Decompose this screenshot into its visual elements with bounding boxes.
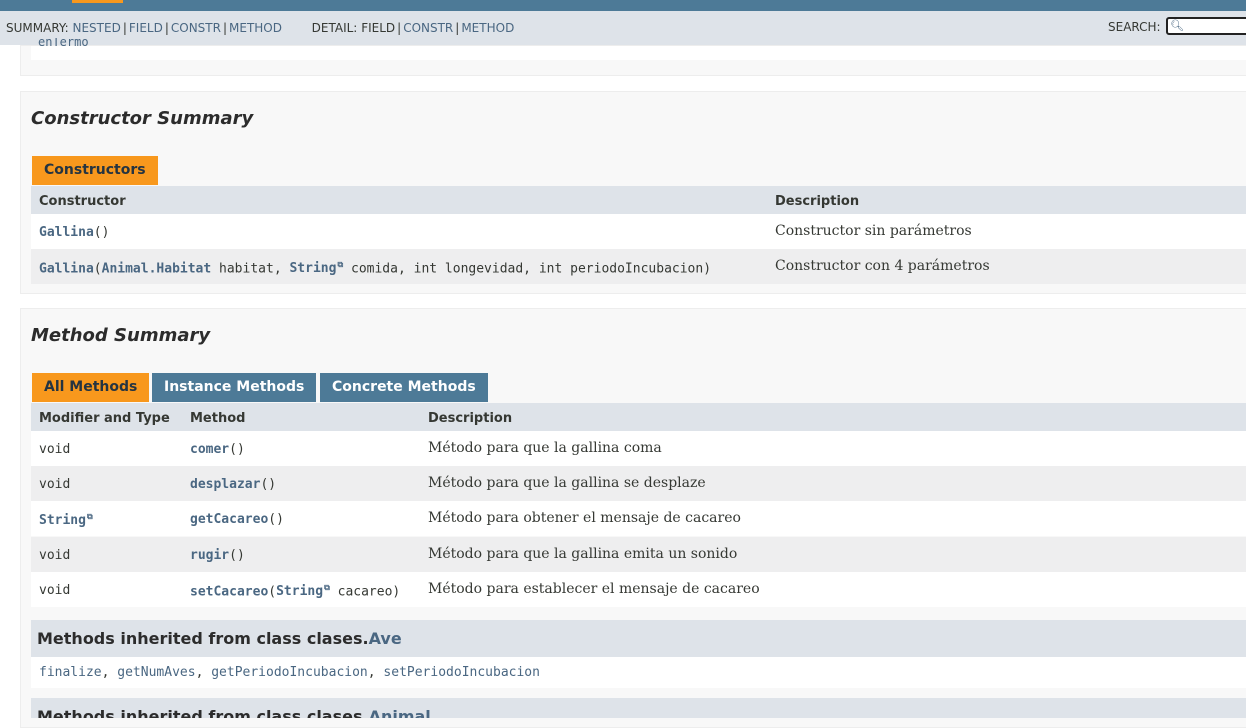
- tab-instance-methods[interactable]: Instance Methods: [152, 373, 317, 402]
- paren: (: [268, 584, 277, 600]
- method-link-comer[interactable]: comer: [190, 442, 229, 457]
- detail-constr-link[interactable]: CONSTR: [403, 21, 453, 35]
- method-link-rugir[interactable]: rugir: [190, 548, 229, 563]
- paren: (: [93, 225, 102, 240]
- param-text: cacareo): [329, 584, 401, 600]
- search-input[interactable]: 🔍︎: [1166, 17, 1246, 35]
- inherited-prefix: Methods inherited from class clases.: [37, 707, 369, 718]
- separator: |: [164, 21, 169, 35]
- constructor-description: Constructor con 4 parámetros: [775, 258, 990, 274]
- param-text: comida, int longevidad, int periodoIncub…: [343, 261, 712, 277]
- method-summary-title: Method Summary: [31, 325, 211, 346]
- constructor-signature: Gallina(Animal.Habitat habitat, String c…: [39, 260, 711, 276]
- method-description: Método para obtener el mensaje de cacare…: [428, 510, 741, 526]
- inherited-ave-header: Methods inherited from class clases.Ave: [31, 620, 1246, 657]
- table-row: void rugir() Método para que la gallina …: [31, 537, 1246, 572]
- column-header-description: Description: [775, 194, 860, 209]
- detail-method-link[interactable]: METHOD: [461, 21, 514, 35]
- method-return-type: void: [39, 548, 71, 563]
- separator: |: [222, 21, 228, 35]
- method-return-type: void: [39, 583, 71, 598]
- inherited-method-link[interactable]: getPeriodoIncubacion: [211, 665, 368, 680]
- param-text: habitat,: [211, 261, 290, 277]
- detail-label: DETAIL:: [311, 21, 358, 35]
- params: (): [229, 442, 245, 457]
- table-row: void desplazar() Método para que la gall…: [31, 466, 1246, 501]
- constructor-description: Constructor sin parámetros: [775, 223, 972, 239]
- method-description: Método para establecer el mensaje de cac…: [428, 581, 760, 597]
- detail-field-text: FIELD: [361, 21, 396, 35]
- separator: |: [122, 21, 127, 35]
- method-signature: setCacareo(String cacareo): [190, 583, 400, 599]
- method-signature: desplazar(): [190, 477, 276, 492]
- inherited-method-link[interactable]: setPeriodoIncubacion: [383, 665, 540, 680]
- method-return-type: void: [39, 477, 71, 492]
- search-icon: 🔍︎: [1170, 19, 1184, 32]
- inherited-animal-header: Methods inherited from class clases.Anim…: [31, 698, 1246, 718]
- inherited-ave-methods: finalize, getNumAves, getPeriodoIncubaci…: [31, 657, 1246, 688]
- column-header-modifier: Modifier and Type: [39, 411, 170, 426]
- column-header-constructor: Constructor: [39, 194, 126, 209]
- column-header-method: Method: [190, 411, 246, 426]
- class-link-animal[interactable]: Animal: [369, 707, 431, 718]
- method-description: Método para que la gallina coma: [428, 440, 662, 456]
- summary-detail-links: SUMMARY: NESTED | FIELD | CONSTR | METHOD DETA…: [6, 21, 514, 35]
- string-type-link[interactable]: String: [276, 584, 330, 599]
- tab-constructors[interactable]: Constructors: [32, 156, 158, 185]
- method-link-setcacareo[interactable]: setCacareo: [190, 584, 268, 599]
- separator: |: [397, 21, 402, 35]
- constructor-summary-title: Constructor Summary: [31, 108, 254, 129]
- summary-method-link[interactable]: METHOD: [229, 21, 282, 35]
- class-link-ave[interactable]: Ave: [369, 629, 402, 648]
- method-link-getcacareo[interactable]: getCacareo: [190, 512, 268, 527]
- inherited-prefix: Methods inherited from class clases.: [37, 629, 369, 648]
- method-signature: comer(): [190, 442, 245, 457]
- sub-nav: SUMMARY: NESTED | FIELD | CONSTR | METHOD DETA…: [0, 11, 1246, 45]
- previous-section-card: [20, 45, 1246, 76]
- constructor-link-gallina[interactable]: Gallina: [39, 225, 94, 240]
- method-table-header: Modifier and Type Method Description: [31, 403, 1246, 432]
- method-description: Método para que la gallina emita un soni…: [428, 546, 738, 562]
- constructor-link-gallina-4[interactable]: Gallina: [39, 261, 94, 276]
- constructor-signature: Gallina(): [39, 225, 109, 240]
- method-description: Método para que la gallina se desplaze: [428, 475, 706, 491]
- summary-field-link[interactable]: FIELD: [129, 21, 163, 35]
- method-return-type: void: [39, 442, 71, 457]
- inherited-method-link[interactable]: finalize: [39, 665, 102, 680]
- method-return-type: String: [39, 512, 93, 528]
- table-row: Gallina(Animal.Habitat habitat, String c…: [31, 249, 1246, 284]
- table-row: void comer() Método para que la gallina …: [31, 431, 1246, 466]
- column-header-description: Description: [428, 411, 513, 426]
- inherited-method-link[interactable]: getNumAves: [117, 665, 195, 680]
- method-signature: rugir(): [190, 548, 245, 563]
- table-row: String getCacareo() Método para obtener …: [31, 501, 1246, 536]
- params: (): [268, 512, 284, 527]
- summary-nested-link[interactable]: NESTED: [73, 21, 121, 35]
- top-nav-bar: [0, 0, 1246, 11]
- method-signature: getCacareo(): [190, 512, 284, 527]
- summary-label: SUMMARY:: [6, 21, 69, 35]
- paren: ): [101, 225, 110, 240]
- table-row: void setCacareo(String cacareo) Método p…: [31, 572, 1246, 607]
- search-label: SEARCH:: [1108, 20, 1161, 34]
- string-type-link[interactable]: String: [289, 261, 343, 276]
- summary-constr-link[interactable]: CONSTR: [171, 21, 221, 35]
- tab-concrete-methods[interactable]: Concrete Methods: [320, 373, 488, 402]
- table-row: Gallina() Constructor sin parámetros: [31, 214, 1246, 249]
- paren: (: [93, 261, 102, 277]
- string-type-link[interactable]: String: [39, 513, 93, 528]
- active-nav-indicator: [72, 0, 123, 3]
- params: (): [260, 477, 277, 492]
- tab-all-methods[interactable]: All Methods: [32, 373, 150, 402]
- constructor-table-header: Constructor Description: [31, 186, 1246, 215]
- animal-habitat-link[interactable]: Animal.Habitat: [102, 261, 212, 276]
- params: (): [229, 548, 245, 563]
- method-link-desplazar[interactable]: desplazar: [190, 477, 260, 492]
